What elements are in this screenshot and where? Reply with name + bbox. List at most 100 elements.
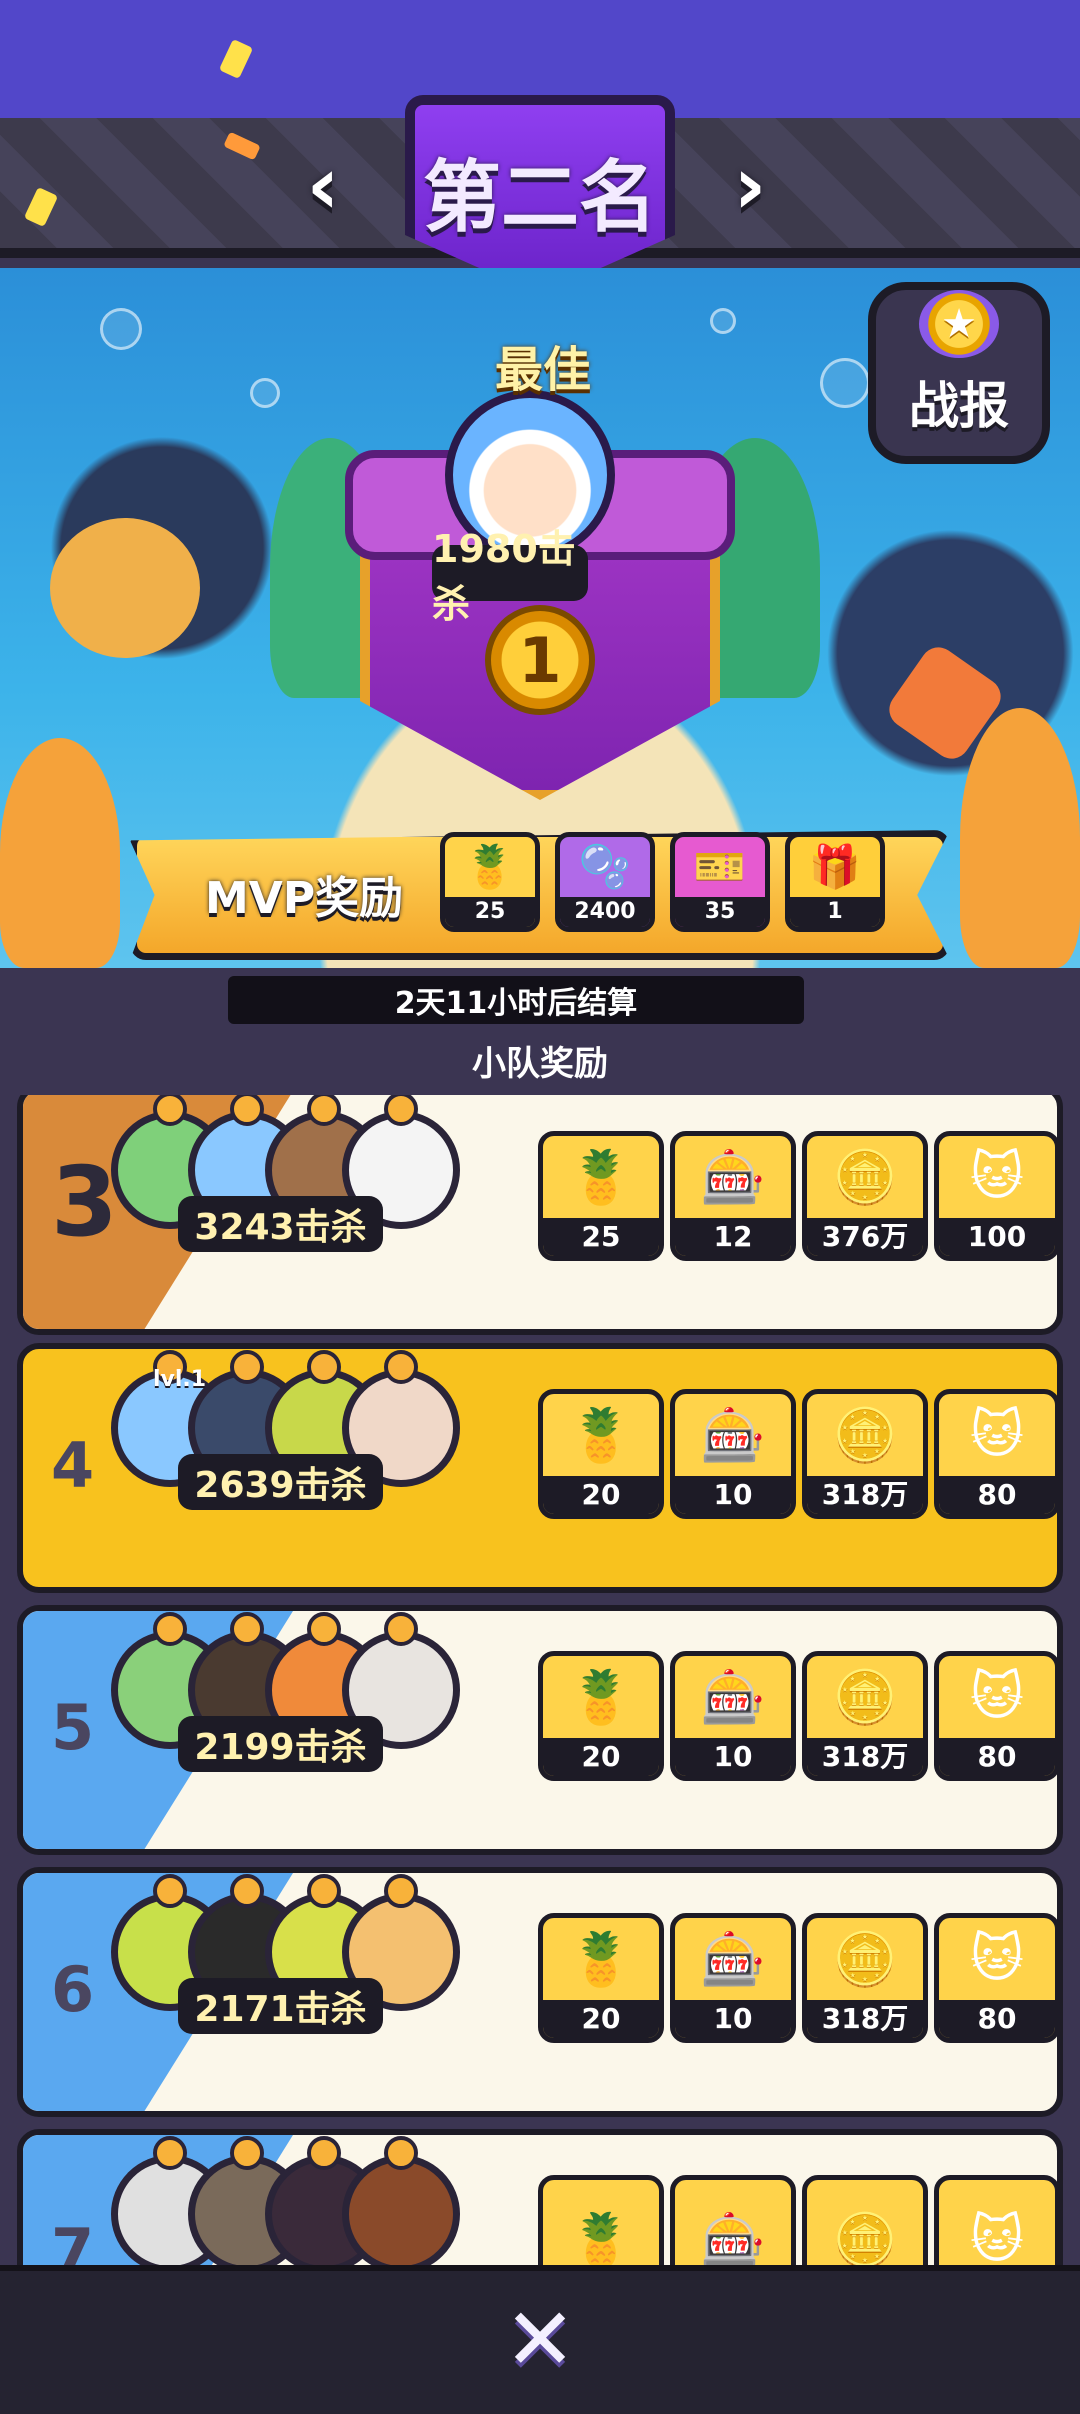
bubble-orbs-icon: 🫧 [578, 842, 632, 891]
close-button[interactable]: ✕ [495, 2290, 585, 2390]
team-reward-item[interactable]: 🐱 80 [934, 1389, 1057, 1519]
cat-capsule-icon: 🐱 [969, 2210, 1025, 2265]
reward-count: 80 [939, 2000, 1055, 2038]
bubble-decoration [100, 308, 142, 350]
reward-count: 1 [790, 897, 880, 927]
settlement-timer: 2天11小时后结算 [228, 976, 804, 1024]
cat-capsule-icon: 🐱 [969, 1929, 1025, 1989]
gold-coins-icon: 🪙 [832, 1667, 898, 1728]
reward-count: 318万 [807, 1738, 923, 1776]
mystery-box-icon: 🎰 [700, 1929, 766, 1990]
cat-capsule-icon: 🐱 [969, 1405, 1025, 1465]
fruit-icon: 🍍 [568, 1667, 634, 1728]
bubble-decoration [820, 358, 870, 408]
reward-count: 10 [675, 2000, 791, 2038]
reward-count: 25 [445, 897, 535, 927]
team-row[interactable]: 3 3243击杀 🍍 25 🎰 12 🪙 376万 🐱 100 [17, 1095, 1063, 1335]
mvp-reward-item[interactable]: 🍍 25 [440, 832, 540, 932]
gold-coins-icon: 🪙 [832, 1405, 898, 1466]
gold-coins-icon: 🪙 [832, 1929, 898, 1990]
team-rank: 3 [51, 1146, 118, 1258]
mvp-reward-item[interactable]: 🎫 35 [670, 832, 770, 932]
team-reward-item[interactable]: 🐱 100 [934, 1131, 1057, 1261]
mvp-reward-label: MVP奖励 [205, 873, 404, 924]
cat-capsule-icon: 🐱 [969, 1667, 1025, 1727]
reward-count: 376万 [807, 1218, 923, 1256]
team-reward-item[interactable]: 🪙 318万 [802, 1913, 928, 2043]
shell-house-decoration [50, 518, 200, 658]
team-kill-count: 2639击杀 [178, 1454, 383, 1510]
team-reward-item[interactable]: 🎰 10 [670, 1651, 796, 1781]
reward-count: 80 [939, 1738, 1055, 1776]
team-reward-item[interactable]: 🎰 12 [670, 1131, 796, 1261]
team-reward-item[interactable]: 🎰 10 [670, 1389, 796, 1519]
fruit-icon: 🍍 [568, 1405, 634, 1466]
reward-count: 20 [543, 2000, 659, 2038]
reward-count: 10 [675, 1738, 791, 1776]
mystery-box-icon: 🎰 [700, 2210, 766, 2266]
mystery-box-icon: 🎰 [700, 1405, 766, 1466]
team-kill-count: 2171击杀 [178, 1978, 383, 2034]
coral-decoration [960, 708, 1080, 968]
team-reward-item[interactable]: 🍍 20 [538, 1389, 664, 1519]
mvp-reward-item[interactable]: 🎁 1 [785, 832, 885, 932]
star-badge-icon: ★ [919, 290, 999, 358]
team-rank: 5 [51, 1691, 95, 1764]
reward-count: 20 [543, 1738, 659, 1776]
team-reward-title: 小队奖励 [472, 1044, 608, 1084]
cat-capsule-icon: 🐱 [969, 1147, 1025, 1207]
reward-count: 12 [675, 1218, 791, 1256]
bubble-decoration [710, 308, 736, 334]
team-reward-item[interactable]: 🪙 318万 [802, 1389, 928, 1519]
team-reward-item[interactable]: 🪙 376万 [802, 1131, 928, 1261]
coral-decoration [0, 738, 120, 968]
reward-count: 80 [939, 1476, 1055, 1514]
team-reward-item[interactable]: 🍍 20 [538, 1913, 664, 2043]
team-rank: 4 [51, 1429, 95, 1502]
gold-coins-icon: 🪙 [832, 2210, 898, 2266]
fruit-icon: 🍍 [568, 1147, 634, 1208]
best-player-badge: 最佳 [494, 342, 591, 398]
team-reward-item[interactable]: 🐱 [934, 2175, 1057, 2265]
team-reward-item[interactable]: 🍍 25 [538, 1131, 664, 1261]
mystery-box-icon: 🎰 [700, 1147, 766, 1208]
reward-count: 100 [939, 1218, 1055, 1256]
reward-count: 318万 [807, 2000, 923, 2038]
team-reward-list[interactable]: 3 3243击杀 🍍 25 🎰 12 🪙 376万 🐱 100 4 lvl.1 2639… [0, 1095, 1080, 2265]
battle-report-button[interactable]: ★ 战报 [868, 282, 1050, 464]
ticket-icon: 🎫 [693, 842, 747, 891]
team-reward-item[interactable]: 🍍 [538, 2175, 664, 2265]
fruit-icon: 🍍 [568, 1929, 634, 1990]
reward-count: 35 [675, 897, 765, 927]
member-avatar[interactable] [342, 2155, 460, 2265]
battle-report-label: 战报 [909, 377, 1009, 435]
gift-box-icon: 🎁 [808, 842, 862, 891]
team-reward-item[interactable]: 🐱 80 [934, 1913, 1057, 2043]
team-row[interactable]: 6 2171击杀 🍍 20 🎰 10 🪙 318万 🐱 80 [17, 1867, 1063, 2117]
reward-count: 25 [543, 1218, 659, 1256]
team-reward-item[interactable]: 🪙 [802, 2175, 928, 2265]
bubble-decoration [250, 378, 280, 408]
team-rank: 7 [51, 2215, 95, 2265]
team-row[interactable]: 5 2199击杀 🍍 20 🎰 10 🪙 318万 🐱 80 [17, 1605, 1063, 1855]
team-reward-item[interactable]: 🐱 80 [934, 1651, 1057, 1781]
team-reward-item[interactable]: 🎰 [670, 2175, 796, 2265]
mvp-kill-count: 1980击杀 [432, 527, 588, 626]
team-kill-count: 2199击杀 [178, 1716, 383, 1772]
rank-title: 第二名 [422, 153, 657, 243]
team-rank: 6 [51, 1953, 95, 2026]
level-tag: lvl.1 [153, 1367, 207, 1392]
previous-rank-button[interactable]: ‹ [285, 139, 361, 232]
reward-count: 2400 [560, 897, 650, 927]
team-row-highlighted[interactable]: 4 lvl.1 2639击杀 🍍 20 🎰 10 🪙 318万 🐱 80 [17, 1343, 1063, 1593]
next-rank-button[interactable]: › [712, 139, 788, 232]
reward-count: 10 [675, 1476, 791, 1514]
team-kill-count: 3243击杀 [178, 1196, 383, 1252]
team-reward-item[interactable]: 🍍 20 [538, 1651, 664, 1781]
team-reward-item[interactable]: 🪙 318万 [802, 1651, 928, 1781]
gold-coins-icon: 🪙 [832, 1147, 898, 1208]
team-row[interactable]: 7 🍍 🎰 🪙 🐱 [17, 2129, 1063, 2265]
mvp-reward-item[interactable]: 🫧 2400 [555, 832, 655, 932]
team-reward-item[interactable]: 🎰 10 [670, 1913, 796, 2043]
mystery-box-icon: 🎰 [700, 1667, 766, 1728]
